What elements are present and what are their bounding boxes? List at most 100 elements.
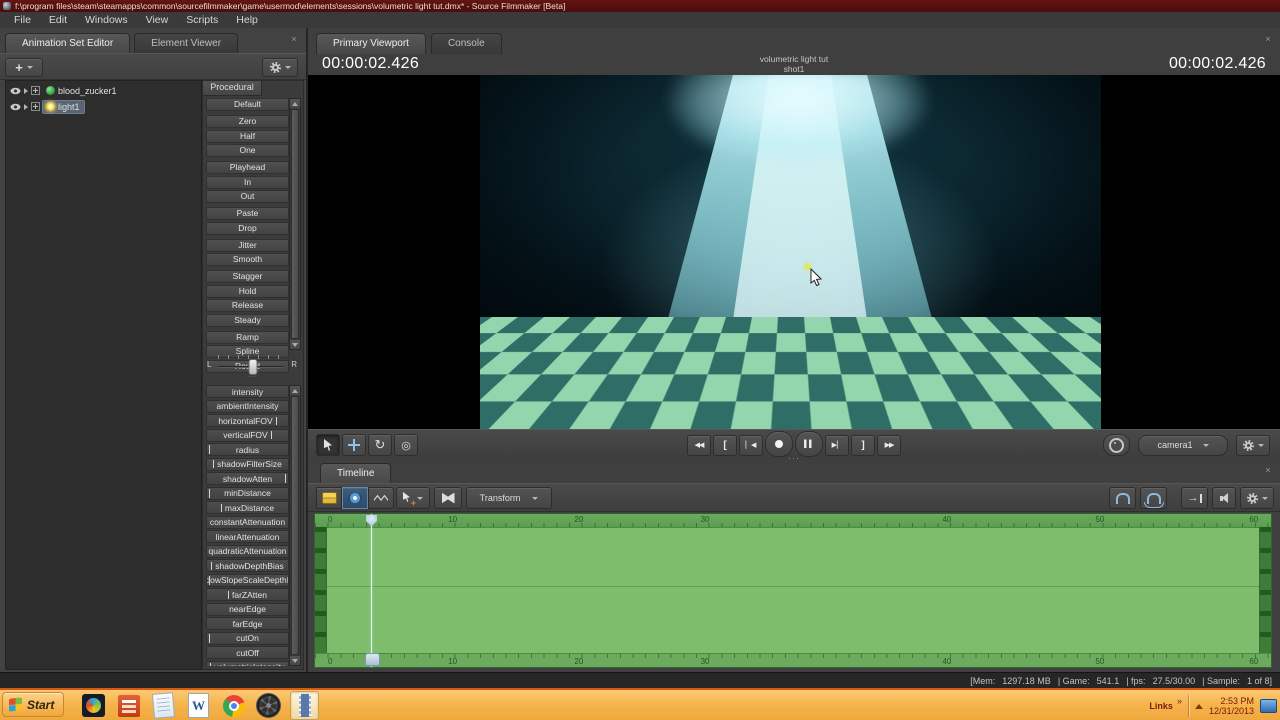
- editor-mode-button[interactable]: [316, 487, 342, 509]
- animation-set-options-button[interactable]: [262, 58, 298, 77]
- editor-mode-button[interactable]: [368, 487, 394, 509]
- display-settings-icon[interactable]: [1260, 699, 1277, 713]
- property-slider[interactable]: linearAttenuation: [206, 530, 289, 543]
- snap-to-frames-button[interactable]: [1140, 487, 1167, 509]
- menu-item[interactable]: File: [5, 14, 40, 26]
- timeline-track-area[interactable]: 0 10 20 30 40 50 60 0 10 20 30 40 50 60: [314, 513, 1272, 668]
- tree-row[interactable]: blood_zucker1: [6, 84, 201, 97]
- property-slider[interactable]: intensity: [206, 385, 289, 398]
- panel-tab[interactable]: Console: [430, 33, 502, 54]
- playhead-marker-bottom[interactable]: [365, 653, 380, 666]
- preset-button[interactable]: Playhead: [206, 161, 289, 174]
- scrollbar-thumb[interactable]: [291, 109, 299, 339]
- transport-button[interactable]: [851, 434, 875, 456]
- taskbar-app-button[interactable]: [115, 692, 142, 719]
- menu-item[interactable]: Windows: [76, 14, 137, 26]
- transform-dropdown[interactable]: Transform: [466, 487, 552, 509]
- property-slider[interactable]: volumetricIntensity: [206, 660, 289, 666]
- panel-tab[interactable]: Animation Set Editor: [5, 33, 131, 54]
- property-slider[interactable]: farEdge: [206, 617, 289, 630]
- tree-item-selection[interactable]: light1: [42, 99, 85, 114]
- preset-button[interactable]: In: [206, 175, 289, 189]
- taskbar-app-button[interactable]: [80, 692, 107, 719]
- property-slider[interactable]: verticalFOV: [206, 428, 289, 442]
- property-slider[interactable]: cutOn: [206, 631, 289, 645]
- preset-button[interactable]: Out: [206, 190, 289, 203]
- add-animation-set-button[interactable]: [5, 58, 43, 77]
- preset-button[interactable]: Steady: [206, 313, 289, 327]
- preset-button[interactable]: Paste: [206, 207, 289, 220]
- transport-button[interactable]: [713, 434, 737, 456]
- visibility-eye-icon[interactable]: [10, 103, 21, 111]
- taskbar-app-button[interactable]: [220, 692, 247, 719]
- expand-icon[interactable]: [31, 102, 40, 111]
- snap-button[interactable]: [1109, 487, 1136, 509]
- property-slider[interactable]: farZAtten: [206, 588, 289, 601]
- tool-button[interactable]: [368, 434, 392, 456]
- panel-tab[interactable]: Element Viewer: [134, 33, 239, 54]
- tool-button[interactable]: [394, 434, 418, 456]
- timeline-options-button[interactable]: [1240, 487, 1274, 509]
- tree-item-selection[interactable]: blood_zucker1: [43, 85, 121, 97]
- property-slider[interactable]: maxDistance: [206, 501, 289, 514]
- taskbar-app-button[interactable]: [150, 692, 177, 719]
- playable-arrow-icon[interactable]: [24, 103, 28, 110]
- property-slider[interactable]: quadraticAttenuation: [206, 544, 289, 558]
- preset-button[interactable]: One: [206, 144, 289, 157]
- transport-button[interactable]: [825, 434, 849, 456]
- scroll-down-icon[interactable]: [290, 340, 300, 349]
- retime-button[interactable]: [434, 487, 462, 509]
- jump-to-playhead-button[interactable]: [1181, 487, 1208, 509]
- preset-button[interactable]: Release: [206, 299, 289, 312]
- procedural-tab[interactable]: Procedural: [203, 81, 262, 96]
- menu-item[interactable]: Scripts: [177, 14, 227, 26]
- property-slider[interactable]: shadowFilterSize: [206, 457, 289, 471]
- preset-button[interactable]: Ramp: [206, 330, 289, 344]
- property-slider[interactable]: horizontalFOV: [206, 414, 289, 427]
- tab-timeline[interactable]: Timeline: [320, 463, 392, 484]
- transport-button[interactable]: [877, 434, 901, 456]
- viewport-3d-view[interactable]: [308, 75, 1280, 429]
- menu-item[interactable]: Help: [227, 14, 267, 26]
- scrollbar-thumb[interactable]: [291, 396, 299, 655]
- editor-mode-button[interactable]: [342, 487, 368, 509]
- taskbar-app-button[interactable]: [185, 692, 212, 719]
- close-icon[interactable]: [1263, 465, 1273, 475]
- transport-button[interactable]: [687, 434, 711, 456]
- preset-scrollbar[interactable]: [289, 98, 301, 350]
- property-scrollbar[interactable]: [289, 385, 301, 666]
- show-hidden-icons-icon[interactable]: [1194, 703, 1203, 709]
- scroll-down-icon[interactable]: [290, 656, 300, 665]
- tree-row[interactable]: light1: [6, 99, 201, 114]
- expand-icon[interactable]: [31, 86, 40, 95]
- property-slider[interactable]: ambientIntensity: [206, 399, 289, 413]
- slider-handle[interactable]: [248, 359, 257, 375]
- tool-button[interactable]: [342, 434, 366, 456]
- audio-mute-button[interactable]: [1212, 487, 1236, 509]
- panel-tab[interactable]: Primary Viewport: [316, 33, 426, 54]
- taskbar-app-button[interactable]: [255, 692, 282, 719]
- property-slider[interactable]: shadowSlopeScaleDepthBias: [206, 573, 289, 587]
- start-button[interactable]: Start: [2, 692, 64, 717]
- property-slider[interactable]: nearEdge: [206, 602, 289, 616]
- preset-button[interactable]: Drop: [206, 221, 289, 235]
- tray-clock[interactable]: 2:53 PM 12/31/2013: [1209, 696, 1254, 716]
- preset-button[interactable]: Zero: [206, 115, 289, 128]
- links-toolbar-label[interactable]: Links: [1149, 701, 1173, 711]
- window-title-bar[interactable]: f:\program files\steam\steamapps\common\…: [0, 0, 1280, 12]
- close-icon[interactable]: [1263, 34, 1273, 44]
- menu-item[interactable]: Edit: [40, 14, 76, 26]
- property-slider[interactable]: minDistance: [206, 486, 289, 500]
- rendered-scene[interactable]: [480, 75, 1101, 429]
- scroll-up-icon[interactable]: [290, 99, 300, 108]
- scroll-up-icon[interactable]: [290, 386, 300, 395]
- preset-button[interactable]: Default: [206, 98, 289, 111]
- playable-arrow-icon[interactable]: [24, 87, 28, 94]
- camera-select-dropdown[interactable]: camera1: [1138, 434, 1228, 456]
- taskbar-app-button[interactable]: [290, 691, 319, 720]
- viewport-options-button[interactable]: [1236, 434, 1270, 456]
- preset-button[interactable]: Stagger: [206, 270, 289, 283]
- property-slider[interactable]: shadowAtten: [206, 472, 289, 485]
- camera-view-button[interactable]: [1103, 434, 1130, 456]
- property-slider[interactable]: shadowDepthBias: [206, 559, 289, 572]
